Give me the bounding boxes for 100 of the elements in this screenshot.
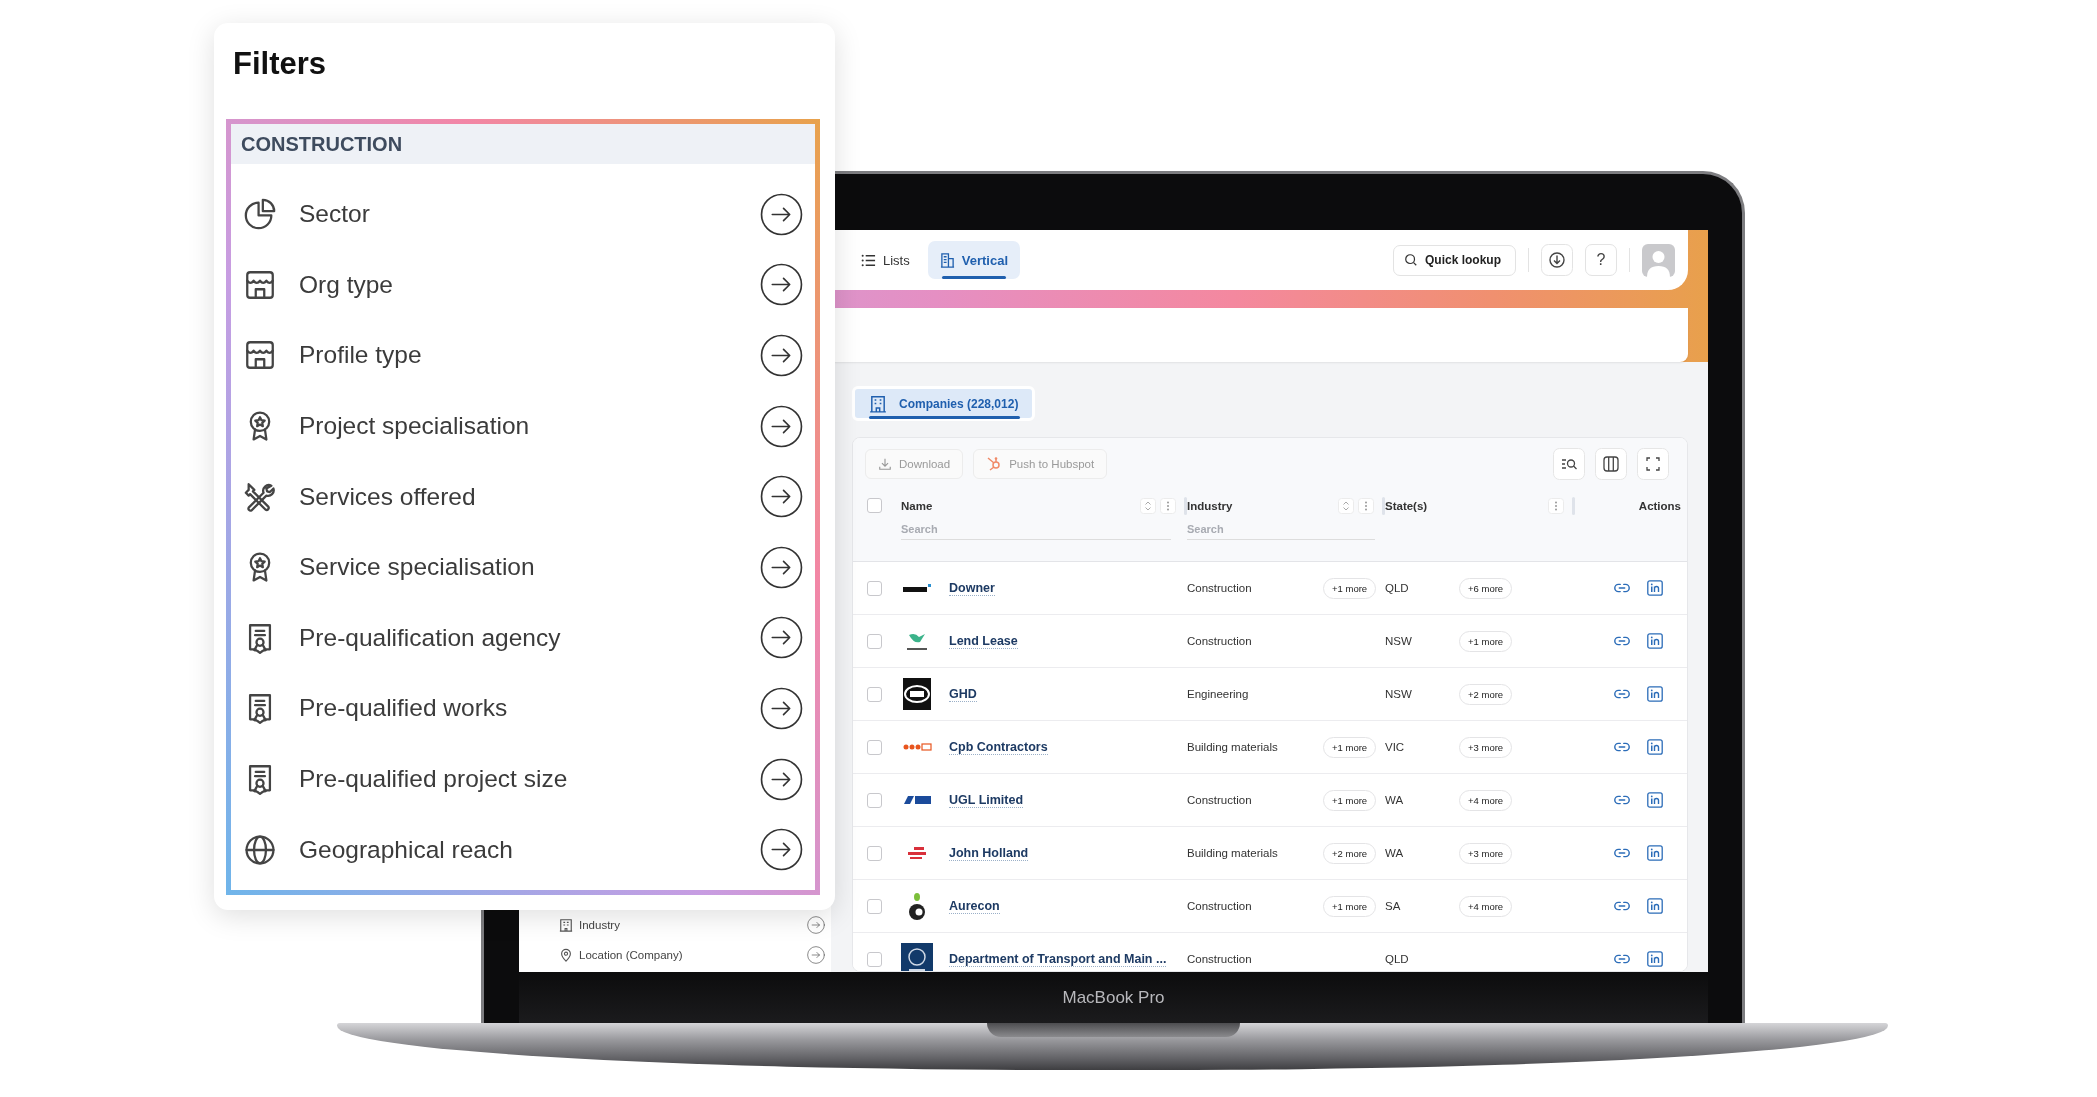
checkbox[interactable] [867,498,882,513]
company-logo [909,892,925,920]
checkbox[interactable] [867,951,882,967]
arrow-button[interactable] [760,263,803,307]
search-field[interactable]: Search [901,523,1171,540]
company-logo [902,743,932,751]
company-name-link[interactable]: Downer [949,580,995,596]
panel-title: Filters [233,45,327,83]
column-header: Actions [1638,500,1681,512]
more-badge[interactable]: +2 more [1459,683,1513,705]
company-logo [903,796,931,804]
linkedin-icon[interactable] [1647,792,1663,808]
section-heading: CONSTRUCTION [241,132,403,156]
more-badge[interactable]: +1 more [1459,630,1513,652]
more-badge[interactable]: +1 more [1323,789,1377,811]
sidebar-item[interactable]: Industry [579,919,801,931]
fullscreen-icon[interactable] [1637,448,1669,480]
filter-label[interactable]: Sector [299,200,760,229]
company-name-link[interactable]: GHD [949,686,977,702]
search-list-icon[interactable] [1553,448,1585,480]
industry-text: Engineering [1187,688,1249,700]
filter-label[interactable]: Org type [299,270,760,299]
company-name-link[interactable]: Aurecon [949,898,1000,914]
buildings-icon [939,252,955,268]
column-header[interactable]: Industry [1187,500,1233,512]
filter-label[interactable]: Project specialisation [299,412,760,441]
office-building-icon [869,394,887,413]
arrow-button[interactable] [760,334,803,377]
more-badge[interactable]: +1 more [1323,895,1377,917]
filter-label[interactable]: Pre-qualified project size [299,765,760,794]
state-text: SA [1385,900,1401,912]
filter-label[interactable]: Service specialisation [299,553,760,582]
company-logo [903,678,931,710]
company-logo [901,943,933,971]
filter-label[interactable]: Geographical reach [299,835,760,864]
arrow-button[interactable] [760,757,803,801]
arrow-button[interactable] [760,545,803,589]
list-icon [861,252,876,268]
industry-text: Construction [1187,900,1252,912]
column-header[interactable]: Name [901,500,933,512]
download-button[interactable] [1541,244,1573,276]
nav-tab[interactable]: Vertical [927,241,1020,279]
download-icon [878,457,892,471]
arrow-button[interactable] [760,475,803,519]
state-text: WA [1385,847,1404,859]
linkedin-icon[interactable] [1647,951,1663,967]
arrow-button[interactable] [760,828,803,872]
entity-tab[interactable]: Companies (228,012) [852,386,1036,421]
linkedin-icon[interactable] [1647,580,1663,596]
more-badge[interactable]: +6 more [1459,577,1513,599]
checkbox[interactable] [867,898,882,914]
more-badge[interactable]: +4 more [1459,895,1513,917]
state-text: NSW [1385,635,1412,647]
company-name-link[interactable]: Department of Transport and Main ... [949,951,1167,967]
arrow-button[interactable] [760,616,803,660]
quick-lookup-button[interactable]: Quick lookup [1393,244,1516,276]
company-name-link[interactable]: John Holland [949,845,1029,861]
filter-label[interactable]: Pre-qualified works [299,694,760,723]
filter-label[interactable]: Profile type [299,341,760,370]
company-logo [908,847,926,859]
linkedin-icon[interactable] [1647,845,1663,861]
filter-label[interactable]: Services offered [299,482,760,511]
more-badge[interactable]: +4 more [1459,789,1513,811]
building-icon [559,918,573,932]
industry-text: Construction [1187,635,1252,647]
columns-icon[interactable] [1595,448,1627,480]
arrow-button[interactable] [760,404,803,448]
more-badge[interactable]: +2 more [1323,842,1377,864]
linkedin-icon[interactable] [1647,898,1663,914]
company-name-link[interactable]: Lend Lease [949,633,1018,649]
checkbox[interactable] [867,686,882,702]
company-name-link[interactable]: Cpb Contractors [949,739,1048,755]
checkbox[interactable] [867,633,882,649]
sidebar-item[interactable]: Location (Company) [579,949,801,961]
search-icon [1404,253,1418,267]
linkedin-icon[interactable] [1647,633,1663,649]
more-badge[interactable]: +1 more [1323,577,1377,599]
filter-label[interactable]: Pre-qualification agency [299,623,760,652]
linkedin-icon[interactable] [1647,739,1663,755]
arrow-button[interactable] [760,686,803,730]
checkbox[interactable] [867,792,882,808]
state-text: QLD [1385,953,1409,965]
state-text: NSW [1385,688,1412,700]
more-badge[interactable]: +1 more [1323,736,1377,758]
more-badge[interactable]: +3 more [1459,842,1513,864]
industry-text: Building materials [1187,847,1278,859]
pie-chart-icon [243,197,277,232]
company-name-link[interactable]: UGL Limited [949,792,1024,808]
linkedin-icon[interactable] [1647,686,1663,702]
help-button[interactable]: ? [1585,244,1617,276]
company-logo [903,584,931,592]
checkbox[interactable] [867,580,882,596]
nav-tab[interactable]: Lists [849,241,922,279]
arrow-button[interactable] [760,192,803,236]
column-header[interactable]: State(s) [1385,500,1428,512]
checkbox[interactable] [867,739,882,755]
state-text: VIC [1385,741,1405,753]
more-badge[interactable]: +3 more [1459,736,1513,758]
search-field[interactable]: Search [1187,523,1375,540]
checkbox[interactable] [867,845,882,861]
